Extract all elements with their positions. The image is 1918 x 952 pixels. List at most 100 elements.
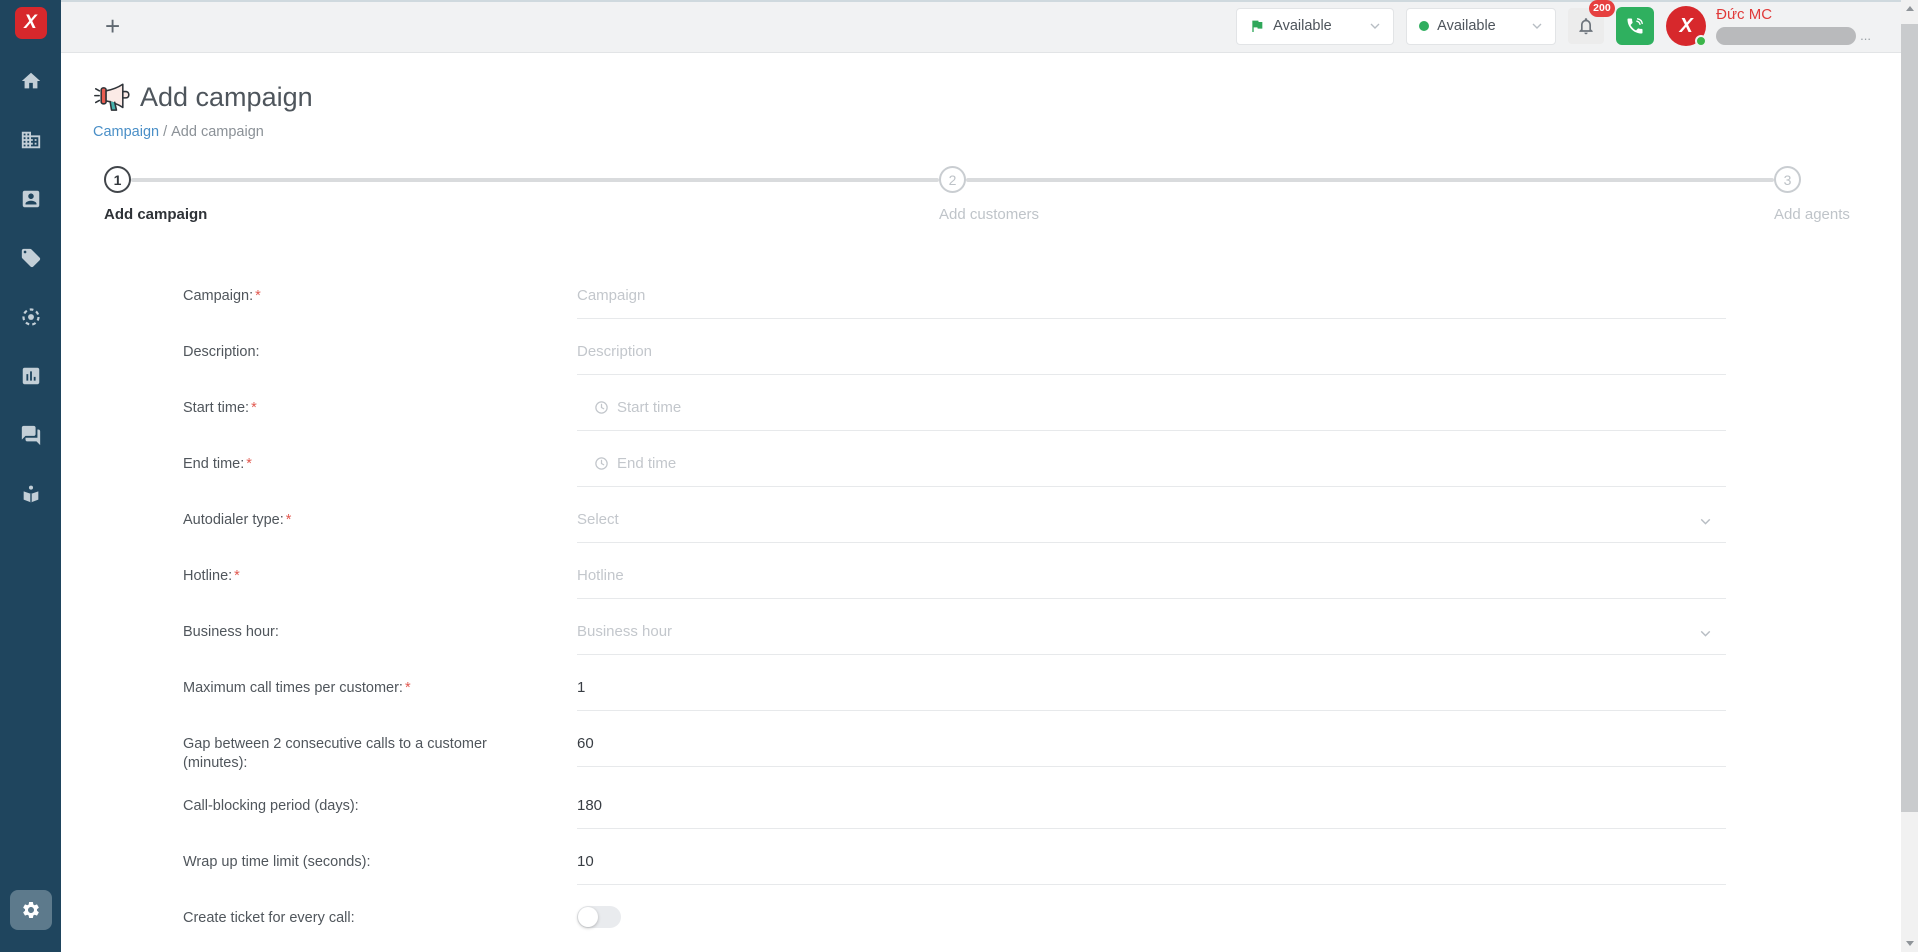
description-label: Description: [183, 338, 513, 362]
toggle-knob [578, 907, 598, 927]
campaign-input[interactable]: Campaign [577, 282, 1726, 319]
home-icon [20, 70, 42, 92]
form-row-hotline: Hotline:* Hotline [183, 562, 1901, 599]
call-blocking-period-input[interactable]: 180 [577, 792, 1726, 829]
field-label-text: Wrap up time limit (seconds): [183, 854, 370, 870]
autodialer-type-label: Autodialer type:* [183, 506, 513, 530]
max-call-times-label: Maximum call times per customer:* [183, 674, 513, 698]
status-select-value: Available [1273, 18, 1332, 34]
business-hour-select[interactable]: Business hour [577, 618, 1726, 655]
step-circle-3[interactable]: 3 [1774, 166, 1801, 193]
field-value: 60 [577, 735, 594, 752]
user-meta: Đức MC ... [1716, 6, 1871, 45]
form-row-create-ticket: Create ticket for every call: [183, 904, 1901, 928]
sidebar-item-company[interactable] [0, 110, 61, 169]
scrollbar-thumb[interactable] [1901, 24, 1918, 812]
form-row-start-time: Start time:* Start time [183, 394, 1901, 431]
page-header: Add campaign [93, 79, 1901, 115]
start-time-label: Start time:* [183, 394, 513, 418]
phone-icon [1625, 16, 1645, 36]
app-logo[interactable]: X [15, 7, 47, 39]
chat-icon [20, 424, 42, 446]
sidebar: X [0, 0, 61, 952]
description-input[interactable]: Description [577, 338, 1726, 375]
user-menu[interactable]: X Đức MC ... [1666, 6, 1871, 46]
end-time-label: End time:* [183, 450, 513, 474]
field-label-text: Create ticket for every call: [183, 910, 355, 926]
call-button[interactable] [1616, 7, 1654, 45]
new-tab-button[interactable]: + [105, 13, 120, 39]
breadcrumb-current: Add campaign [171, 124, 264, 140]
autodialer-type-select[interactable]: Select [577, 506, 1726, 543]
scroll-down-arrow[interactable] [1901, 935, 1918, 952]
step-circle-1[interactable]: 1 [104, 166, 131, 193]
call-gap-input[interactable]: 60 [577, 730, 1726, 767]
required-asterisk: * [286, 512, 292, 528]
tag-icon [20, 247, 42, 269]
breadcrumb-separator: / [163, 124, 167, 140]
chevron-down-icon [1529, 18, 1545, 34]
create-ticket-toggle[interactable] [577, 906, 621, 928]
breadcrumb: Campaign/Add campaign [93, 124, 1901, 140]
max-call-times-input[interactable]: 1 [577, 674, 1726, 711]
form-row-campaign: Campaign:* Campaign [183, 282, 1901, 319]
sidebar-item-products[interactable] [0, 464, 61, 523]
step-circle-2[interactable]: 2 [939, 166, 966, 193]
chevron-down-icon [1697, 513, 1714, 530]
main-area: + AvailableAvailable 200 X Đức MC [61, 0, 1901, 952]
field-placeholder: Campaign [577, 287, 645, 304]
status-selects: Available Available [1236, 8, 1556, 45]
package-icon [20, 483, 42, 505]
create-ticket-field[interactable] [577, 904, 1726, 928]
business-hour-label: Business hour: [183, 618, 513, 642]
required-asterisk: * [255, 288, 261, 304]
form-row-call-blocking-period: Call-blocking period (days):180 [183, 792, 1901, 829]
sidebar-item-campaigns[interactable] [0, 287, 61, 346]
ellipsis-text: ... [1860, 31, 1871, 41]
step-label-3: Add agents [1774, 206, 1850, 223]
field-label-text: End time: [183, 456, 244, 472]
sidebar-item-home[interactable] [0, 51, 61, 110]
steps-indicator: 1Add campaign2Add customers3Add agents [104, 166, 1801, 228]
start-time-input[interactable]: Start time [577, 394, 1726, 431]
user-masked-info: ... [1716, 27, 1871, 45]
sidebar-item-reports[interactable] [0, 346, 61, 405]
wrap-up-limit-input[interactable]: 10 [577, 848, 1726, 885]
field-placeholder: Select [577, 511, 619, 528]
create-ticket-label: Create ticket for every call: [183, 904, 513, 928]
breadcrumb-parent-link[interactable]: Campaign [93, 124, 159, 140]
sidebar-item-conversations[interactable] [0, 405, 61, 464]
presence-dot-icon [1695, 35, 1707, 47]
scroll-up-arrow[interactable] [1901, 0, 1918, 17]
target-icon [20, 306, 42, 328]
sidebar-bottom [10, 890, 52, 930]
avatar-initial: X [1679, 15, 1692, 38]
field-placeholder: Description [577, 343, 652, 360]
step-connector [131, 178, 939, 182]
form-row-business-hour: Business hour: Business hour [183, 618, 1901, 655]
field-placeholder: Business hour [577, 623, 672, 640]
megaphone-icon [93, 79, 133, 115]
status-dot-icon [1419, 21, 1429, 31]
field-value: 1 [577, 679, 585, 696]
required-asterisk: * [405, 680, 411, 696]
field-label-text: Hotline: [183, 568, 232, 584]
required-asterisk: * [234, 568, 240, 584]
status-select-1[interactable]: Available [1236, 8, 1394, 45]
page-content: Add campaign Campaign/Add campaign 1Add … [61, 53, 1901, 952]
hotline-input[interactable]: Hotline [577, 562, 1726, 599]
sidebar-item-tags[interactable] [0, 228, 61, 287]
notifications-button[interactable]: 200 [1568, 8, 1604, 44]
status-select-2[interactable]: Available [1406, 8, 1556, 45]
end-time-input[interactable]: End time [577, 450, 1726, 487]
call-gap-label: Gap between 2 consecutive calls to a cus… [183, 730, 513, 773]
sidebar-item-contacts[interactable] [0, 169, 61, 228]
bell-icon [1576, 16, 1596, 36]
field-value: 180 [577, 797, 602, 814]
page-title: Add campaign [140, 82, 313, 113]
settings-button[interactable] [10, 890, 52, 930]
vertical-scrollbar [1901, 0, 1918, 952]
form-row-end-time: End time:* End time [183, 450, 1901, 487]
campaign-label: Campaign:* [183, 282, 513, 306]
flag-icon [1249, 18, 1265, 34]
